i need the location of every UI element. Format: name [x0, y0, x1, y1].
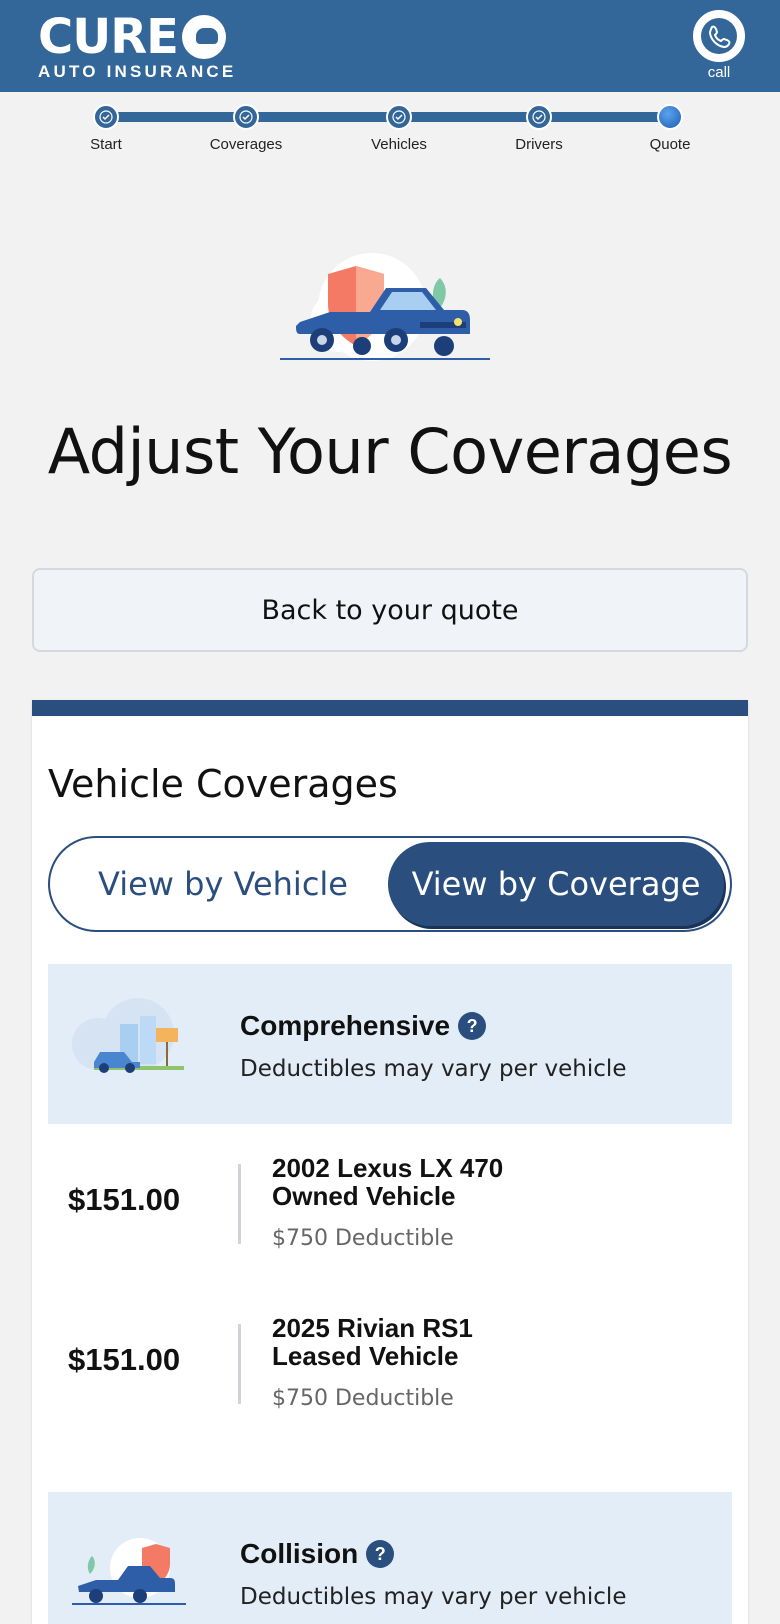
cure-logo[interactable]: CURE AUTO INSURANCE [38, 9, 237, 82]
coverage-name-text: Comprehensive [240, 1010, 451, 1041]
vehicle-price: $151.00 [68, 1342, 181, 1377]
check-icon [526, 104, 552, 130]
phone-icon [693, 10, 745, 62]
vehicle-coverages-card: Vehicle Coverages View by Vehicle View b… [32, 700, 748, 1624]
logo-car-icon [181, 15, 226, 59]
step-start: Start [46, 104, 166, 153]
vehicle-name-line1: 2002 Lexus LX 470 [272, 1153, 504, 1183]
car-shield-illustration [280, 252, 494, 362]
vehicle-name: 2025 Rivian RS1 Leased Vehicle [272, 1314, 473, 1370]
vehicle-name-line2: Leased Vehicle [272, 1341, 459, 1371]
divider [238, 1324, 241, 1404]
step-label: Start [90, 136, 122, 153]
vehicle-coverage-row: $151.00 2002 Lexus LX 470 Owned Vehicle … [48, 1154, 732, 1264]
step-vehicles: Vehicles [339, 104, 459, 153]
logo-tagline: AUTO INSURANCE [38, 62, 237, 81]
comprehensive-illustration-icon [68, 994, 188, 1084]
vehicle-price: $151.00 [68, 1182, 181, 1217]
vehicle-deductible[interactable]: $750 Deductible [272, 1386, 454, 1411]
check-icon [93, 104, 119, 130]
check-icon [386, 104, 412, 130]
vehicle-name-line1: 2025 Rivian RS1 [272, 1313, 473, 1343]
step-label: Vehicles [371, 136, 427, 153]
coverage-name: Collision ? [240, 1538, 395, 1570]
question-icon[interactable]: ? [458, 1012, 487, 1040]
vehicle-coverage-row: $151.00 2025 Rivian RS1 Leased Vehicle $… [48, 1314, 732, 1424]
call-label: call [707, 64, 731, 81]
check-icon [233, 104, 259, 130]
step-coverages: Coverages [186, 104, 306, 153]
app-header: CURE AUTO INSURANCE call [0, 0, 780, 92]
divider [238, 1164, 241, 1244]
card-title: Vehicle Coverages [48, 762, 398, 806]
coverage-name-text: Collision [240, 1538, 359, 1569]
back-to-quote-button[interactable]: Back to your quote [32, 568, 748, 652]
coverage-note: Deductibles may vary per vehicle [240, 1056, 627, 1082]
vehicle-name: 2002 Lexus LX 470 Owned Vehicle [272, 1154, 503, 1210]
coverage-header-comprehensive: Comprehensive ? Deductibles may vary per… [48, 964, 732, 1124]
call-button[interactable]: call [690, 10, 748, 81]
step-drivers: Drivers [479, 104, 599, 153]
coverage-note: Deductibles may vary per vehicle [240, 1584, 627, 1610]
view-toggle: View by Vehicle View by Coverage [48, 836, 732, 932]
current-step-icon [657, 104, 683, 130]
progress-stepper: Start Coverages Vehicles Drivers Quote [0, 92, 780, 172]
view-by-coverage-option[interactable]: View by Coverage [388, 842, 724, 926]
collision-illustration-icon [68, 1522, 188, 1612]
step-quote: Quote [610, 104, 730, 153]
step-label: Quote [649, 136, 691, 153]
view-by-vehicle-option[interactable]: View by Vehicle [58, 838, 388, 930]
vehicle-name-line2: Owned Vehicle [272, 1181, 456, 1211]
logo-wordmark: CURE [38, 9, 179, 65]
question-icon[interactable]: ? [366, 1540, 395, 1568]
vehicle-deductible[interactable]: $750 Deductible [272, 1226, 454, 1251]
coverage-header-collision: Collision ? Deductibles may vary per veh… [48, 1492, 732, 1624]
step-label: Drivers [515, 136, 563, 153]
page-title: Adjust Your Coverages [47, 415, 733, 488]
step-label: Coverages [209, 136, 283, 153]
coverage-name: Comprehensive ? [240, 1010, 487, 1042]
